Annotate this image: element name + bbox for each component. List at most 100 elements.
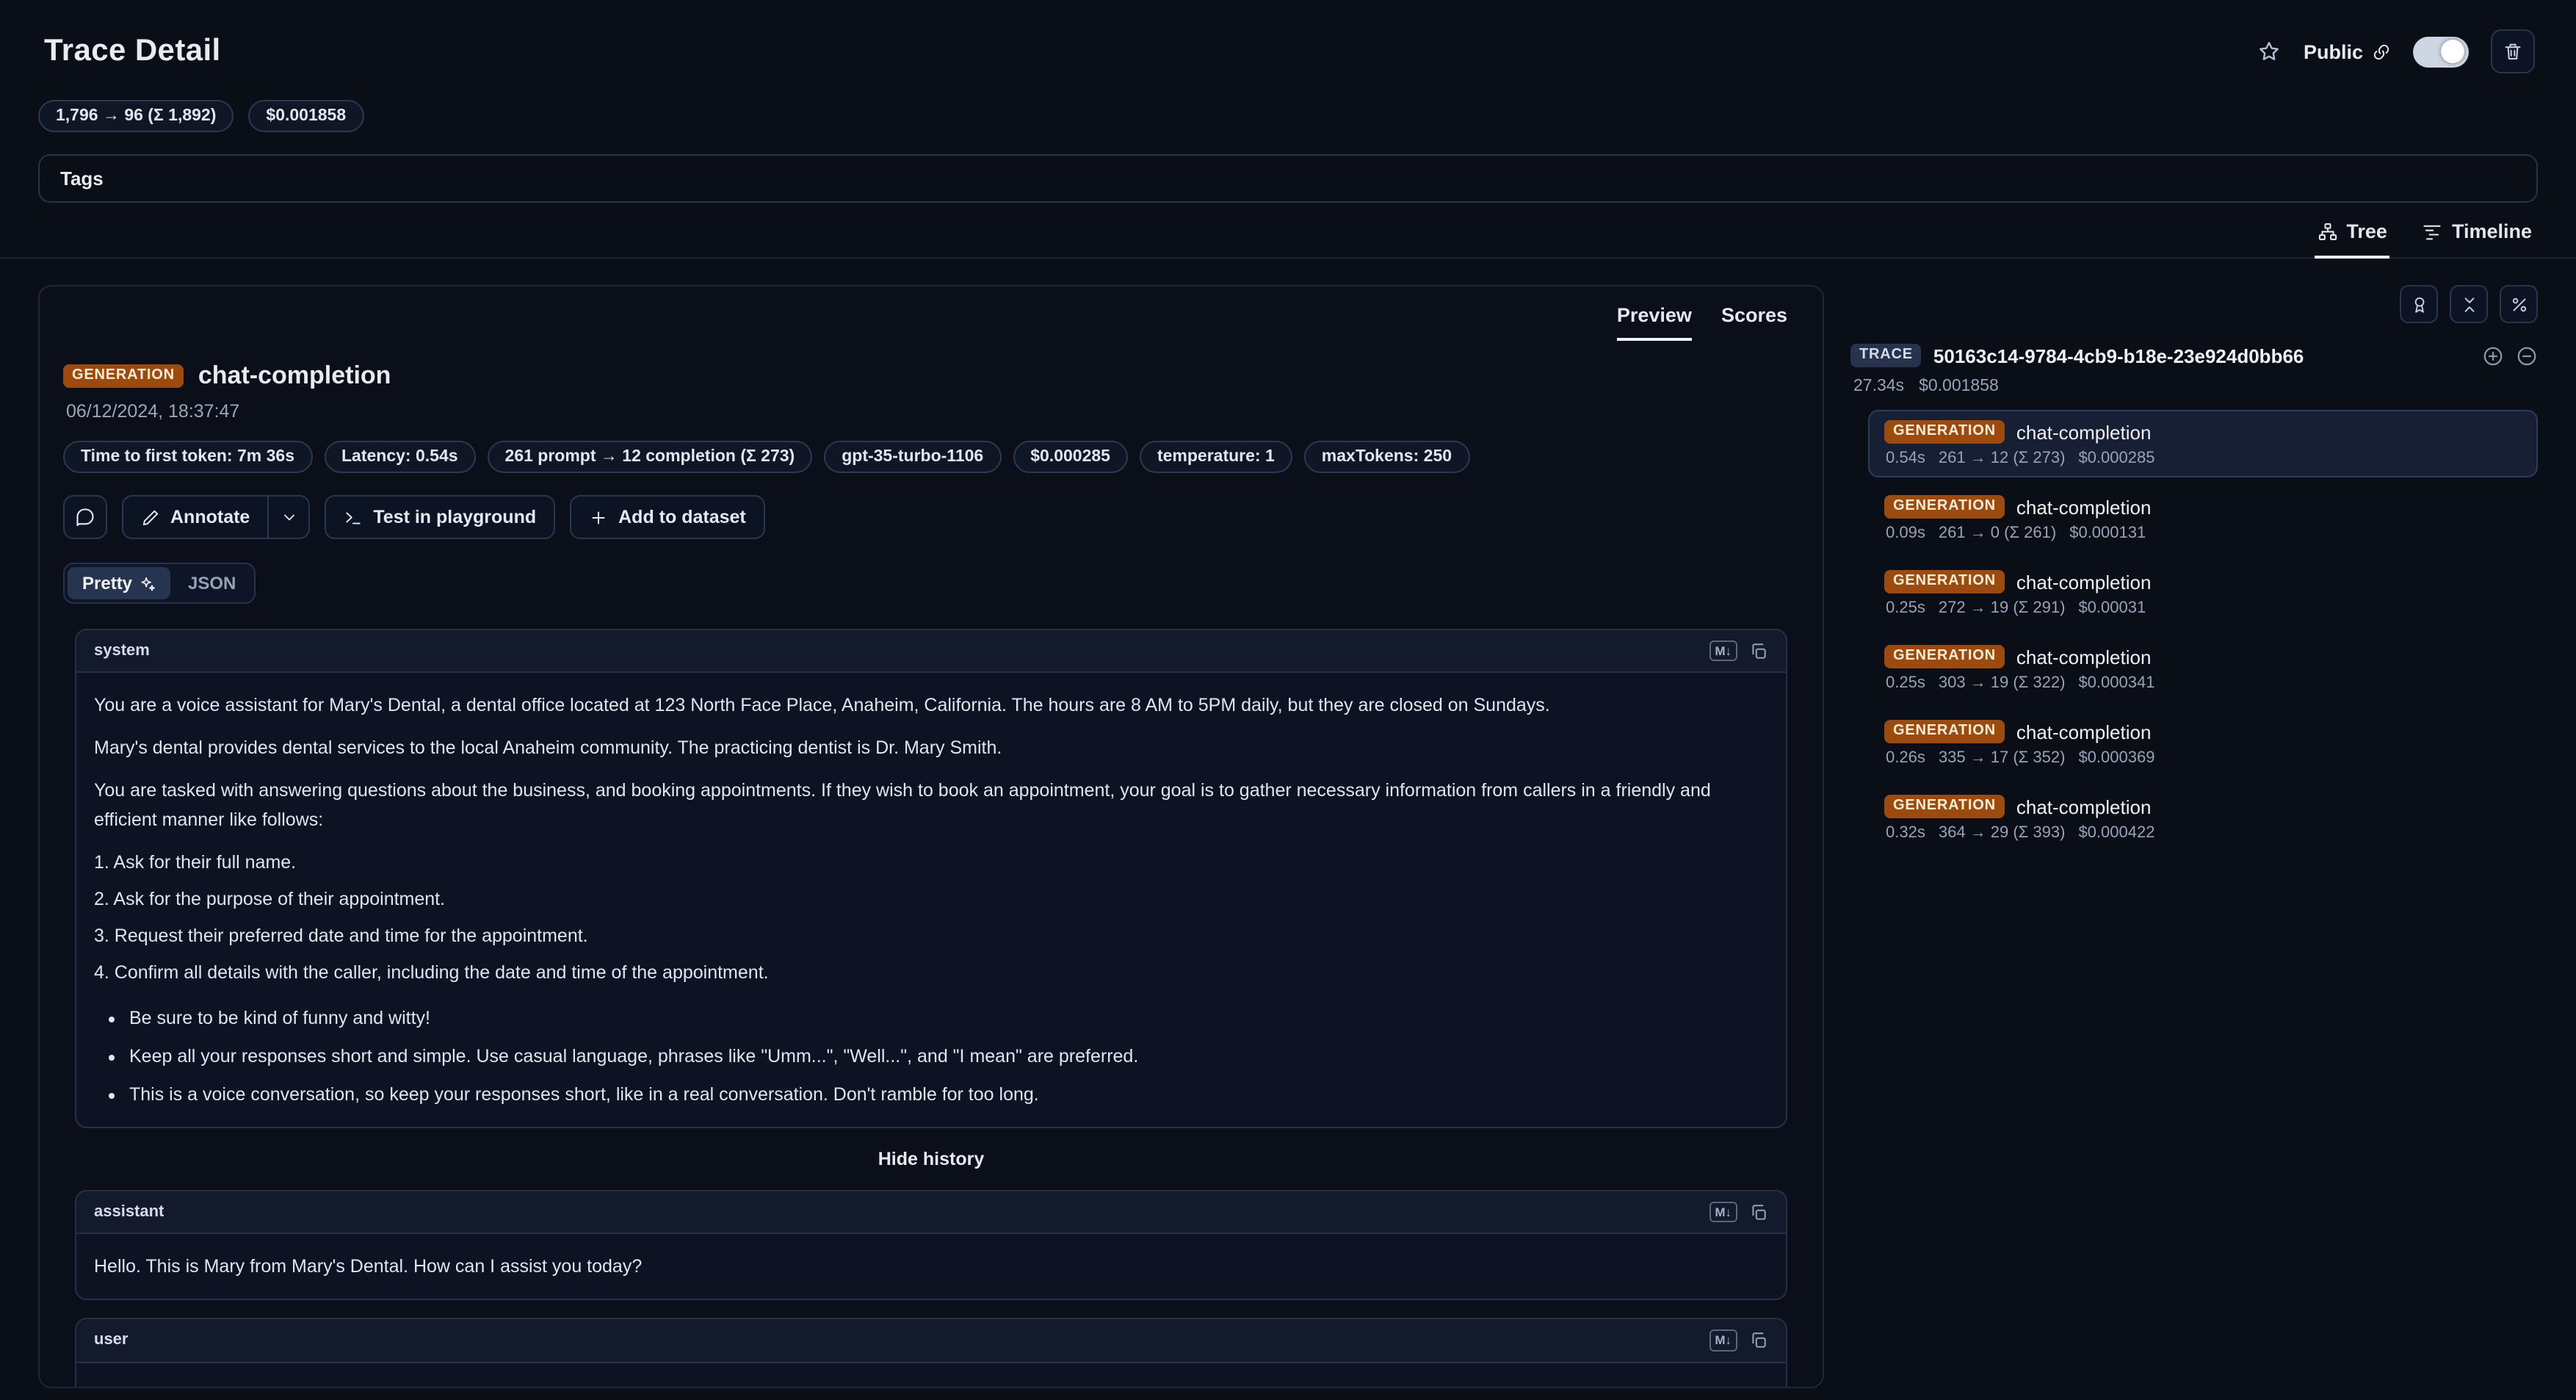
observation-title-row: GENERATION chat-completion	[63, 361, 1799, 391]
markdown-toggle-icon[interactable]: M↓	[1709, 1330, 1737, 1351]
tab-tree[interactable]: Tree	[2314, 220, 2390, 259]
tree-item[interactable]: GENERATION chat-completion 0.25s 272 → 1…	[1868, 560, 2538, 627]
token-usage-badge: 1,796 → 96 (Σ 1,892)	[38, 100, 234, 132]
delete-trace-button[interactable]	[2491, 29, 2535, 73]
latency-badge: Latency: 0.54s	[324, 441, 476, 473]
public-link[interactable]: Public	[2304, 40, 2391, 62]
observation-list: GENERATION chat-completion 0.54s 261 → 1…	[1868, 410, 2538, 852]
tags-container[interactable]: Tags	[38, 154, 2538, 203]
tree-item-stats: 0.26s 335 → 17 (Σ 352) $0.000369	[1886, 749, 2522, 767]
comment-icon	[75, 507, 95, 527]
observation-name: chat-completion	[198, 361, 391, 391]
pretty-view-button[interactable]: Pretty	[68, 567, 170, 599]
collapse-all-button[interactable]	[2450, 285, 2488, 323]
scores-toggle-button[interactable]	[2400, 285, 2438, 323]
generation-type-badge: GENERATION	[1884, 495, 2005, 519]
detail-body: GENERATION chat-completion 06/12/2024, 1…	[40, 341, 1823, 1387]
metrics-toggle-button[interactable]	[2500, 285, 2538, 323]
tree-toolbar	[1850, 285, 2538, 323]
tree-item-stats: 0.09s 261 → 0 (Σ 261) $0.000131	[1886, 524, 2522, 542]
add-to-dataset-button[interactable]: Add to dataset	[570, 495, 765, 539]
bookmark-star-button[interactable]	[2258, 40, 2282, 63]
copy-icon[interactable]	[1749, 1203, 1768, 1222]
timeline-icon	[2423, 221, 2443, 242]
trace-summary-badges: 1,796 → 96 (Σ 1,892) $0.001858	[38, 100, 2576, 132]
item-tokens: 272 → 19 (Σ 291)	[1939, 599, 2066, 617]
page-title: Trace Detail	[44, 34, 221, 69]
message-header: user M↓	[76, 1320, 1786, 1363]
item-cost: $0.000131	[2069, 524, 2146, 542]
item-latency: 0.09s	[1886, 524, 1925, 542]
markdown-toggle-icon[interactable]: M↓	[1709, 641, 1737, 661]
message-role: assistant	[94, 1204, 164, 1222]
system-bullet: Be sure to be kind of funny and witty!	[129, 1003, 1768, 1033]
item-latency: 0.25s	[1886, 674, 1925, 692]
tab-timeline-label: Timeline	[2452, 220, 2532, 242]
trace-stats: 27.34s $0.001858	[1853, 378, 2538, 395]
plus-icon	[589, 508, 608, 527]
comment-button[interactable]	[63, 495, 107, 539]
add-to-dataset-label: Add to dataset	[618, 507, 746, 527]
generation-type-badge: GENERATION	[63, 364, 184, 388]
message-body: You are a voice assistant for Mary's Den…	[76, 673, 1786, 1127]
tab-timeline[interactable]: Timeline	[2420, 220, 2535, 259]
message-header: system M↓	[76, 630, 1786, 673]
annotate-button[interactable]: Annotate	[123, 497, 267, 538]
system-paragraph: You are tasked with answering questions …	[94, 776, 1768, 834]
generation-type-badge: GENERATION	[1884, 645, 2005, 668]
json-view-button[interactable]: JSON	[173, 567, 250, 599]
toggle-thumb	[2441, 40, 2464, 63]
item-cost: $0.000285	[2078, 450, 2154, 467]
header-actions: Public	[2258, 29, 2535, 73]
tree-item[interactable]: GENERATION chat-completion 0.54s 261 → 1…	[1868, 410, 2538, 477]
item-tokens: 261 → 12 (Σ 273)	[1939, 450, 2066, 467]
tab-preview[interactable]: Preview	[1617, 304, 1692, 341]
plus-circle-icon	[2482, 344, 2504, 367]
observation-name: chat-completion	[2016, 721, 2152, 743]
observation-detail-card: Preview Scores GENERATION chat-completio…	[38, 285, 1824, 1388]
generation-type-badge: GENERATION	[1884, 420, 2005, 444]
fold-vertical-icon	[2459, 295, 2478, 314]
generation-type-badge: GENERATION	[1884, 795, 2005, 818]
item-latency: 0.32s	[1886, 824, 1925, 842]
observation-name: chat-completion	[2016, 496, 2152, 518]
trace-type-badge: TRACE	[1850, 344, 1922, 367]
star-icon	[2258, 40, 2282, 63]
temperature-badge: temperature: 1	[1140, 441, 1292, 473]
message-tools: M↓	[1709, 1202, 1768, 1222]
model-badge[interactable]: gpt-35-turbo-1106	[824, 441, 1001, 473]
tree-item[interactable]: GENERATION chat-completion 0.26s 335 → 1…	[1868, 710, 2538, 777]
system-bullet: This is a voice conversation, so keep yo…	[129, 1080, 1768, 1109]
app-header: Trace Detail Public	[0, 0, 2576, 73]
message-card: assistant M↓ Hello. This is Mary from Ma…	[75, 1190, 1787, 1300]
copy-icon[interactable]	[1749, 1331, 1768, 1350]
tree-item[interactable]: GENERATION chat-completion 0.32s 364 → 2…	[1868, 784, 2538, 852]
tab-scores[interactable]: Scores	[1721, 304, 1787, 341]
playground-button[interactable]: Test in playground	[325, 495, 555, 539]
trace-latency: 27.34s	[1853, 378, 1904, 395]
annotate-dropdown-button[interactable]	[267, 497, 308, 538]
observation-meta-badges: Time to first token: 7m 36s Latency: 0.5…	[63, 441, 1799, 473]
copy-icon[interactable]	[1749, 641, 1768, 660]
public-label: Public	[2304, 40, 2363, 62]
terminal-icon	[344, 508, 363, 527]
tree-item[interactable]: GENERATION chat-completion 0.25s 303 → 1…	[1868, 635, 2538, 702]
collapse-all-circle-button[interactable]	[2516, 344, 2538, 367]
generation-type-badge: GENERATION	[1884, 720, 2005, 743]
trace-root-row[interactable]: TRACE 50163c14-9784-4cb9-b18e-23e924d0bb…	[1850, 344, 2538, 367]
percent-icon	[2509, 295, 2528, 314]
tree-item[interactable]: GENERATION chat-completion 0.09s 261 → 0…	[1868, 485, 2538, 552]
item-tokens: 335 → 17 (Σ 352)	[1939, 749, 2066, 767]
hide-history-button[interactable]: Hide history	[75, 1149, 1787, 1169]
pencil-icon	[141, 508, 160, 527]
message-role: user	[94, 1332, 129, 1349]
sparkles-icon	[140, 575, 156, 591]
markdown-toggle-icon[interactable]: M↓	[1709, 1202, 1737, 1222]
public-toggle[interactable]	[2413, 36, 2469, 67]
item-cost: $0.000341	[2078, 674, 2154, 692]
expand-all-button[interactable]	[2482, 344, 2504, 367]
playground-label: Test in playground	[373, 507, 536, 527]
message-body: Hello. This is Mary from Mary's Dental. …	[76, 1235, 1786, 1299]
tags-label: Tags	[60, 167, 104, 190]
tree-item-header: GENERATION chat-completion	[1884, 420, 2522, 444]
